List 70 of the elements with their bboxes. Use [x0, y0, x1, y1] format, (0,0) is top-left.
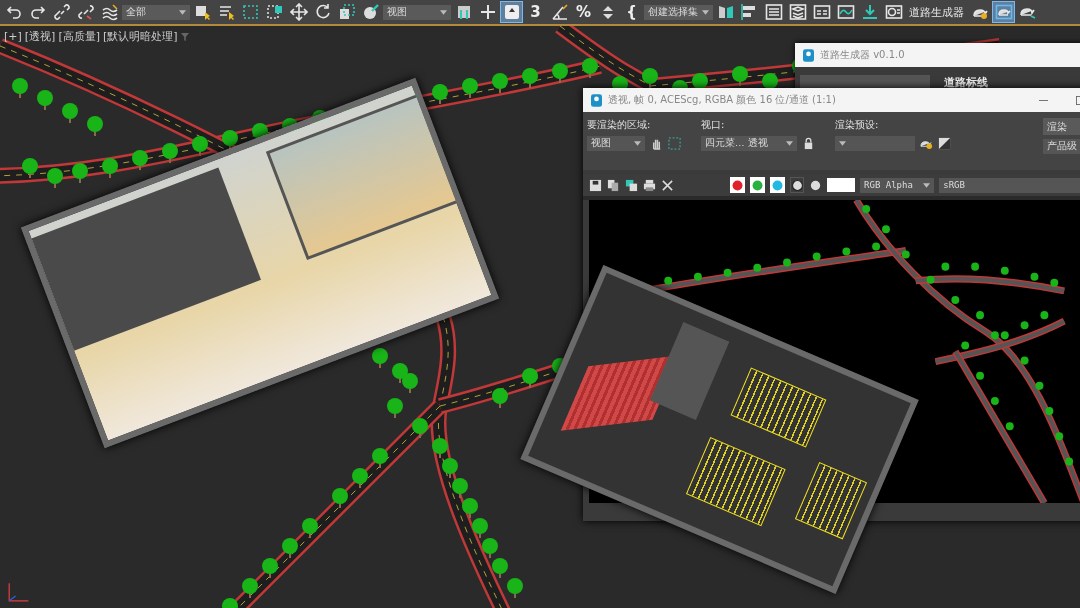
dashed-square-icon [265, 3, 284, 21]
color-space-dropdown[interactable]: sRGB [939, 177, 1080, 193]
scale-icon [337, 3, 356, 21]
channel-dropdown[interactable]: RGB Alpha [860, 177, 935, 193]
toolbar-button[interactable]: 3 [524, 1, 547, 23]
select-cursor-icon [193, 3, 212, 21]
teapot-frame-button[interactable] [992, 1, 1015, 23]
field-label: 要渲染的区域: [587, 118, 652, 132]
caret-icon [839, 141, 846, 146]
toolbar-button[interactable]: { [620, 1, 643, 23]
caret-icon [702, 9, 709, 15]
circle-icon[interactable] [809, 178, 823, 192]
curve-icon [836, 3, 855, 21]
wave-icon [100, 3, 119, 21]
toolbar-dropdown[interactable]: 全部 [122, 4, 190, 20]
app-icon [591, 93, 602, 107]
hand-icon[interactable] [650, 137, 663, 150]
image-icon[interactable] [938, 137, 951, 150]
axis-gizmo-icon [6, 580, 30, 604]
link-icon [52, 3, 71, 21]
area-dropdown[interactable]: 视图 [587, 136, 645, 151]
list-icon [764, 3, 783, 21]
download-icon [860, 3, 879, 21]
undo-icon [4, 3, 23, 21]
redo-icon [28, 3, 47, 21]
toolbar-dropdown[interactable]: 创建选择集 [644, 4, 713, 20]
viewport-label[interactable]: [透视] [24, 29, 56, 44]
arrow-square-icon [502, 3, 521, 21]
copy-icon[interactable] [607, 178, 620, 192]
caret-icon [786, 141, 793, 146]
field-label: 渲染预设: [835, 118, 880, 132]
color-swatch[interactable] [827, 178, 856, 192]
crosshair-icon [478, 3, 497, 21]
arrow-square-button[interactable] [500, 1, 523, 23]
unlink-icon [76, 3, 95, 21]
toolbar-dropdown[interactable]: 视图 [383, 4, 451, 20]
lock-icon[interactable] [802, 137, 815, 150]
print-icon[interactable] [643, 178, 656, 192]
channel-toggle[interactable] [789, 177, 805, 193]
mirror-icon [716, 3, 735, 21]
layers-icon [788, 3, 807, 21]
caret-icon [440, 9, 447, 15]
caret-icon [179, 9, 186, 15]
move-icon [289, 3, 308, 21]
window-title: 道路生成器 v0.1.0 [820, 48, 905, 62]
viewport-label[interactable]: [默认明暗处理] [103, 29, 178, 44]
close-icon[interactable] [661, 178, 674, 192]
toolbar-button[interactable]: 道路生成器 [906, 4, 967, 20]
viewport-label[interactable]: [高质量] [58, 29, 100, 44]
angle-icon [550, 3, 569, 21]
panel-icon [812, 3, 831, 21]
quality-dropdown[interactable]: 产品级 [1043, 139, 1080, 154]
filter-icon[interactable] [180, 32, 189, 41]
pencil-circle-icon [361, 3, 380, 21]
save-icon[interactable] [589, 178, 602, 192]
app-icon [803, 48, 814, 62]
toolbar-button[interactable]: % [572, 1, 595, 23]
list-cursor-icon [217, 3, 236, 21]
window-title: 透视, 帧 0, ACEScg, RGBA 颜色 16 位/通道 (1:1) [608, 93, 836, 107]
render-button[interactable]: 渲染 [1043, 118, 1080, 135]
field-label: 视口: [701, 118, 726, 132]
viewport-label[interactable]: [+] [4, 30, 22, 43]
caret-icon [634, 141, 641, 146]
dashed-rectangle-icon [241, 3, 260, 21]
teapot-frame-icon [994, 3, 1013, 21]
move-button[interactable] [287, 1, 310, 23]
clone-window-icon[interactable] [625, 178, 638, 192]
viewport-dropdown[interactable]: 四元菜… 透视 [701, 136, 797, 151]
caret-icon [923, 182, 931, 188]
section-heading: 道路标线 [944, 75, 988, 90]
